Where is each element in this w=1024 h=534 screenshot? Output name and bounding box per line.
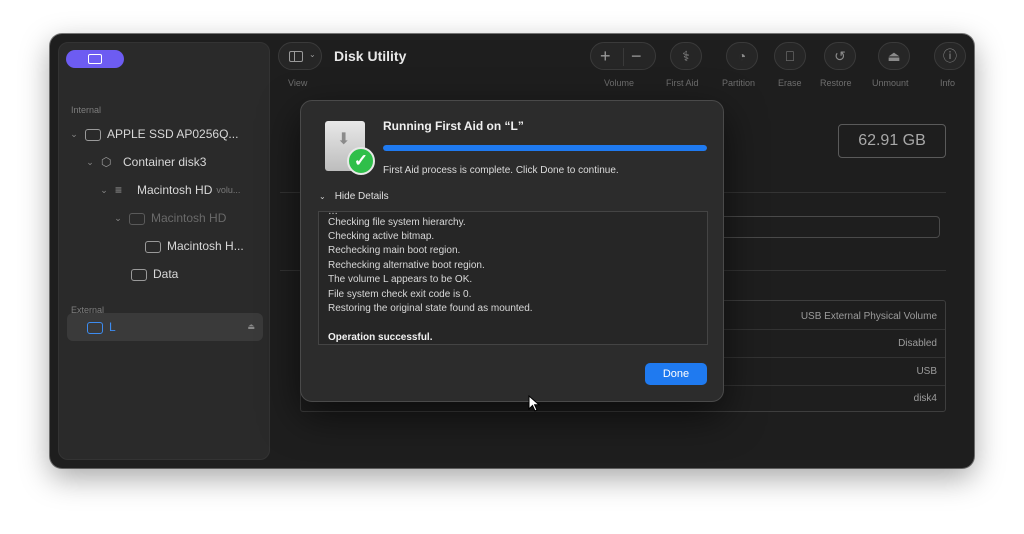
info-value-connection: USB External Physical Volume (800, 311, 937, 322)
chevron-down-icon[interactable]: ⌄ (99, 185, 109, 196)
hide-details-toggle[interactable]: ⌄ Hide Details (319, 191, 389, 202)
sidebar-item-apple-ssd[interactable]: ⌄ APPLE SSD AP0256Q... (69, 123, 238, 145)
chevron-down-icon[interactable]: ⌄ (113, 213, 123, 224)
progress-bar (383, 145, 707, 151)
window-icon (88, 54, 102, 64)
partition-button[interactable]: ◔ (726, 42, 758, 70)
partition-label: Partition (722, 78, 756, 88)
view-button[interactable]: ⌄ (278, 42, 322, 70)
sidebar-item-container[interactable]: ⌄ ⬡ Container disk3 (85, 151, 206, 173)
sidebar-toggle-icon (289, 51, 303, 62)
info-icon: ⓘ (943, 48, 957, 64)
info-value-device: disk4 (913, 393, 937, 404)
usage-bar (690, 216, 940, 238)
sidebar-item-l[interactable]: L ⏏ (67, 313, 263, 341)
view-label: View (288, 78, 308, 88)
log-line: Rechecking main boot region. (328, 245, 461, 256)
sidebar-item-macintosh-hd-group[interactable]: ⌄ ≡ Macintosh HD volu... (99, 179, 240, 201)
sidebar-item-suffix: volu... (216, 185, 241, 195)
container-icon: ⬡ (101, 155, 112, 169)
restore-icon: ↺ (834, 48, 846, 64)
log-output[interactable]: … Checking file system hierarchy. Checki… (318, 211, 708, 345)
sidebar-item-label: APPLE SSD AP0256Q... (107, 127, 239, 141)
sidebar-item-macintosh-h-snapshot[interactable]: Macintosh H... (139, 235, 244, 257)
info-value-owners: Disabled (898, 338, 937, 349)
sidebar-item-macintosh-hd[interactable]: ⌄ Macintosh HD (113, 207, 226, 229)
restore-label: Restore (820, 78, 852, 88)
disk-icon (131, 269, 147, 281)
volume-button-group[interactable]: + − (590, 42, 656, 70)
sidebar-item-label: Container disk3 (123, 155, 207, 169)
progress-fill (383, 145, 707, 151)
erase-label: Erase (778, 78, 802, 88)
done-button[interactable]: Done (645, 363, 707, 385)
disk-icon (85, 129, 101, 141)
log-result: Operation successful. (328, 332, 433, 343)
remove-volume-icon[interactable]: − (631, 46, 642, 67)
capacity-badge: 62.91 GB (838, 124, 946, 158)
first-aid-label: First Aid (666, 78, 699, 88)
sidebar-item-l-row: L (81, 316, 116, 338)
sidebar: Internal ⌄ APPLE SSD AP0256Q... ⌄ ⬡ Cont… (58, 42, 270, 460)
disk-icon (145, 241, 161, 253)
download-arrow-icon: ⬇ (337, 131, 351, 148)
info-value-connection-type: USB (916, 366, 937, 377)
restore-button[interactable]: ↺ (824, 42, 856, 70)
erase-icon: ⎕ (785, 48, 795, 64)
log-line: Restoring the original state found as mo… (328, 303, 533, 314)
log-line: Rechecking alternative boot region. (328, 260, 485, 271)
disk-icon (129, 213, 145, 225)
unmount-label: Unmount (872, 78, 909, 88)
dialog-status: First Aid process is complete. Click Don… (383, 165, 619, 176)
sidebar-item-label: Macintosh HD (151, 211, 227, 225)
mouse-cursor-icon (528, 395, 541, 412)
sidebar-item-label: Data (153, 267, 179, 281)
hide-details-label: Hide Details (334, 191, 389, 202)
info-label: Info (940, 78, 956, 88)
toolbar: ⌄ View Disk Utility + − Volume ⚕ First A… (278, 34, 974, 96)
sidebar-item-label: Macintosh HD (137, 183, 213, 197)
unmount-icon: ⏏ (887, 48, 901, 64)
sidebar-item-label: Macintosh H... (167, 239, 244, 253)
add-volume-icon[interactable]: + (600, 46, 611, 67)
unmount-button[interactable]: ⏏ (878, 42, 910, 70)
chevron-down-icon[interactable]: ⌄ (69, 129, 79, 140)
stethoscope-icon: ⚕ (682, 48, 690, 64)
chevron-down-icon: ⌄ (319, 192, 326, 201)
eject-icon[interactable]: ⏏ (247, 322, 255, 331)
sidebar-item-data[interactable]: Data (125, 263, 178, 285)
log-line: Checking file system hierarchy. (328, 217, 466, 228)
app-title: Disk Utility (334, 48, 407, 64)
checkmark-icon: ✓ (347, 147, 375, 175)
sidebar-item-label: L (109, 320, 116, 334)
first-aid-dialog: ⬇ ✓ Running First Aid on “L” First Aid p… (300, 100, 724, 402)
partition-pie-icon: ◔ (737, 48, 747, 64)
external-disk-icon (87, 322, 103, 334)
erase-button[interactable]: ⎕ (774, 42, 806, 70)
chevron-down-icon[interactable]: ⌄ (85, 157, 95, 168)
log-line: Checking active bitmap. (328, 231, 435, 242)
window-controls[interactable] (66, 50, 124, 68)
volume-label: Volume (604, 78, 635, 88)
volume-group-icon: ≡ (115, 183, 123, 197)
first-aid-button[interactable]: ⚕ (670, 42, 702, 70)
log-line: File system check exit code is 0. (328, 289, 472, 300)
chevron-down-icon: ⌄ (309, 50, 316, 59)
sidebar-internal-header: Internal (71, 105, 102, 115)
log-line: The volume L appears to be OK. (328, 274, 473, 285)
divider (623, 48, 624, 66)
dialog-title: Running First Aid on “L” (383, 119, 524, 133)
info-button[interactable]: ⓘ (934, 42, 966, 70)
